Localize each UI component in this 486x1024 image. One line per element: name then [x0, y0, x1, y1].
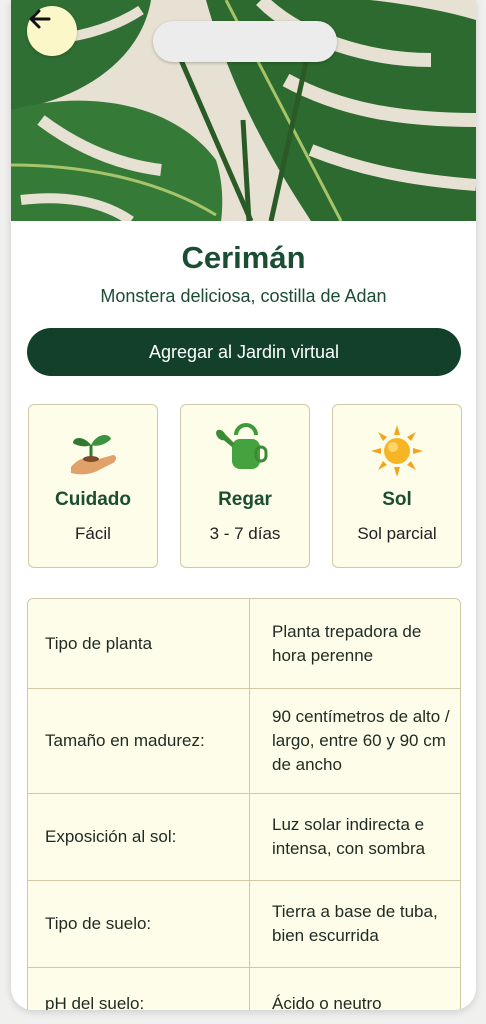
arrow-left-icon: [29, 9, 51, 29]
detail-value: 90 centímetros de alto / largo, entre 60…: [272, 707, 450, 774]
sun-card-value: Sol parcial: [357, 524, 437, 543]
care-card-value: Fácil: [75, 524, 111, 543]
detail-value: Planta trepadora de hora perenne: [272, 621, 422, 665]
watering-card-value: 3 - 7 días: [209, 524, 281, 543]
camera-notch: [153, 21, 337, 62]
watering-card-label: Regar: [218, 489, 272, 510]
phone-screen: Cerimán Monstera deliciosa, costilla de …: [11, 0, 476, 1010]
detail-value: Tierra a base de tuba, bien escurrida: [272, 902, 438, 945]
watering-can-icon: [181, 423, 309, 479]
detail-key: Tipo de suelo:: [28, 881, 250, 967]
table-row: pH del suelo: Ácido o neutro: [28, 968, 460, 1010]
sun-icon: [333, 423, 461, 479]
sun-card[interactable]: Sol Sol parcial: [332, 404, 462, 568]
sprout-hand-icon: [29, 423, 157, 479]
plant-hero-image: [11, 0, 476, 221]
detail-value: Ácido o neutro: [272, 994, 382, 1010]
add-to-garden-button[interactable]: Agregar al Jardin virtual: [27, 328, 461, 376]
plant-details-table: Tipo de planta Planta trepadora de hora …: [27, 598, 461, 1010]
table-row: Tamaño en madurez: 90 centímetros de alt…: [28, 689, 460, 794]
plant-name: Cerimán: [181, 240, 306, 275]
back-button[interactable]: [27, 6, 77, 56]
detail-key: Tamaño en madurez:: [28, 689, 250, 793]
watering-card[interactable]: Regar 3 - 7 días: [180, 404, 310, 568]
table-row: Tipo de planta Planta trepadora de hora …: [28, 599, 460, 689]
table-row: Exposición al sol: Luz solar indirecta e…: [28, 794, 460, 881]
detail-value: Luz solar indirecta e intensa, con sombr…: [272, 815, 426, 858]
sun-card-label: Sol: [382, 489, 412, 510]
detail-key: Tipo de planta: [28, 599, 250, 688]
care-card-label: Cuidado: [55, 489, 131, 510]
plant-scientific-name: Monstera deliciosa, costilla de Adan: [100, 286, 387, 306]
care-card[interactable]: Cuidado Fácil: [28, 404, 158, 568]
detail-key: pH del suelo:: [28, 968, 250, 1010]
table-row: Tipo de suelo: Tierra a base de tuba, bi…: [28, 881, 460, 968]
detail-key: Exposición al sol:: [28, 794, 250, 880]
